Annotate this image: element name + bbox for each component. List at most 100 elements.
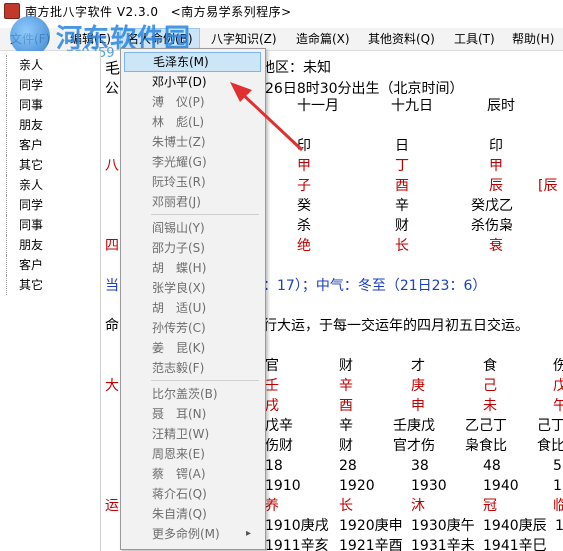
tree-item-friends-2[interactable]: 朋友 [6, 235, 43, 255]
menu-item-case-5[interactable]: 朱博士(Z) [124, 132, 261, 152]
menu-item-case-17[interactable]: 比尔盖茨(B) [124, 384, 261, 404]
title-bar: 南方批八字软件 V2.3.0 <南方易学系列程序> [0, 0, 563, 22]
tree-item-relatives[interactable]: 亲人 [6, 55, 43, 75]
chart-birth-time: 26日8时30分出生（北京时间） [265, 81, 464, 97]
menu-help[interactable]: 帮助(H) [506, 28, 560, 50]
menu-item-case-9[interactable]: 阎锡山(Y) [124, 218, 261, 238]
menu-item-case-16[interactable]: 范志毅(F) [124, 358, 261, 378]
ten-god-day: 日 [395, 138, 409, 154]
menu-item-case-18[interactable]: 聂 耳(N) [124, 404, 261, 424]
dy-hidden-3: 壬庚戊 [393, 418, 435, 434]
liunian-1-3: 1930庚午 [411, 518, 475, 534]
jieqi-prefix: 当 [105, 278, 119, 294]
dy-hidden-god-2: 财 [339, 438, 353, 454]
menu-item-case-23[interactable]: 朱自清(Q) [124, 504, 261, 524]
tree-item-relatives-2[interactable]: 亲人 [6, 175, 43, 195]
dy-stem-1: 壬 [265, 378, 279, 394]
hidden-stem-month: 癸 [297, 198, 311, 214]
dy-stage-2: 长 [339, 498, 353, 514]
dy-age-2: 28 [339, 458, 357, 474]
liunian-1-1: 1910庚戌 [265, 518, 329, 534]
menu-edit[interactable]: 编辑(E) [64, 28, 117, 50]
menu-item-case-8[interactable]: 邓丽君(J) [124, 192, 261, 212]
tree-item-clients-2[interactable]: 客户 [6, 255, 43, 275]
dy-age-5: 5 [553, 458, 562, 474]
menu-item-case-14[interactable]: 孙传芳(C) [124, 318, 261, 338]
liunian-2-2: 1921辛酉 [339, 538, 403, 551]
menu-item-case-10[interactable]: 邵力子(S) [124, 238, 261, 258]
tree-item-colleagues[interactable]: 同事 [6, 95, 43, 115]
stem-hour: 甲 [489, 158, 503, 174]
tree-item-other[interactable]: 其它 [6, 155, 43, 175]
menu-item-case-15[interactable]: 姜 昆(K) [124, 338, 261, 358]
dy-branch-1: 戌 [265, 398, 279, 414]
dy-hidden-2: 辛 [339, 418, 353, 434]
hidden-stem-day: 辛 [395, 198, 409, 214]
menu-item-case-12[interactable]: 张学良(X) [124, 278, 261, 298]
dy-stem-3: 庚 [411, 378, 425, 394]
liunian-1-4: 1940庚辰 [483, 518, 547, 534]
stage-hour: 衰 [489, 238, 503, 254]
dy-branch-2: 酉 [339, 398, 353, 414]
menu-separator-2 [151, 380, 259, 381]
menu-item-case-4[interactable]: 林 彪(L) [124, 112, 261, 132]
menu-item-more-cases[interactable]: 更多命例(M) ▸ [124, 524, 261, 544]
menu-bar: 文件(F) 编辑(E) 名人命例(B) 八字知识(Z) 造命篇(X) 其他资料(… [0, 28, 563, 51]
liunian-2-4: 1941辛巳 [483, 538, 547, 551]
tree-item-classmates-2[interactable]: 同学 [6, 195, 43, 215]
dy-stage-4: 冠 [483, 498, 497, 514]
stem-month: 甲 [297, 158, 311, 174]
dy-hidden-1: 戊辛 [265, 418, 293, 434]
chart-label-yun: 运 [105, 498, 119, 514]
menu-cases[interactable]: 名人命例(B) [120, 28, 200, 50]
tree-item-other-2[interactable]: 其它 [6, 275, 43, 295]
dy-hidden-4: 乙己丁 [465, 418, 507, 434]
dy-god-3: 才 [411, 358, 425, 374]
dy-hidden-god-4: 枭食比 [465, 438, 507, 454]
dy-stem-2: 辛 [339, 378, 353, 394]
hidden-god-hour: 杀伤枭 [471, 218, 513, 234]
menu-separator [151, 214, 259, 215]
menu-item-case-19[interactable]: 汪精卫(W) [124, 424, 261, 444]
dy-branch-5: 午 [553, 398, 563, 414]
menu-item-case-6[interactable]: 李光耀(G) [124, 152, 261, 172]
menu-item-case-21[interactable]: 蔡 锷(A) [124, 464, 261, 484]
liunian-2-1: 1911辛亥 [265, 538, 329, 551]
tree-item-friends[interactable]: 朋友 [6, 115, 43, 135]
menu-knowledge[interactable]: 八字知识(Z) [205, 28, 283, 50]
menu-item-case-2[interactable]: 邓小平(D) [124, 72, 261, 92]
dy-year-4: 1940 [483, 478, 519, 494]
branch-hour: 辰 [489, 178, 503, 194]
ten-god-hour: 印 [489, 138, 503, 154]
chart-label-ba: 八 [105, 158, 119, 174]
menu-tools[interactable]: 工具(T) [448, 28, 501, 50]
liunian-1-5: 1 [555, 518, 563, 534]
menu-item-case-13[interactable]: 胡 适(U) [124, 298, 261, 318]
chart-month: 十一月 [297, 98, 339, 114]
menu-item-case-11[interactable]: 胡 蝶(H) [124, 258, 261, 278]
contacts-tree: 亲人 同学 同事 朋友 客户 其它 亲人 同学 同事 朋友 客户 其它 [0, 51, 101, 551]
tree-item-clients[interactable]: 客户 [6, 135, 43, 155]
chart-label-da: 大 [105, 378, 119, 394]
tree-item-colleagues-2[interactable]: 同事 [6, 215, 43, 235]
menu-file[interactable]: 文件(F) [4, 28, 56, 50]
menu-item-case-20[interactable]: 周恩来(E) [124, 444, 261, 464]
app-icon [4, 3, 20, 19]
menu-fate[interactable]: 造命篇(X) [290, 28, 356, 50]
chart-day: 十九日 [391, 98, 433, 114]
menu-item-case-3[interactable]: 溥 仪(P) [124, 92, 261, 112]
tree-item-classmates[interactable]: 同学 [6, 75, 43, 95]
menu-item-case-1[interactable]: 毛泽东(M) [124, 52, 261, 72]
menu-item-case-22[interactable]: 蒋介石(Q) [124, 484, 261, 504]
liunian-1-2: 1920庚申 [339, 518, 403, 534]
dy-year-5: 1 [553, 478, 562, 494]
dy-stem-5: 戊 [553, 378, 563, 394]
menu-other[interactable]: 其他资料(Q) [362, 28, 441, 50]
dy-age-3: 38 [411, 458, 429, 474]
menu-item-case-7[interactable]: 阮玲玉(R) [124, 172, 261, 192]
hidden-stem-hour: 癸戊乙 [471, 198, 513, 214]
window-subtitle: <南方易学系列程序> [170, 4, 292, 19]
dy-hidden-god-1: 伤财 [265, 438, 293, 454]
hidden-god-month: 杀 [297, 218, 311, 234]
dy-branch-4: 未 [483, 398, 497, 414]
